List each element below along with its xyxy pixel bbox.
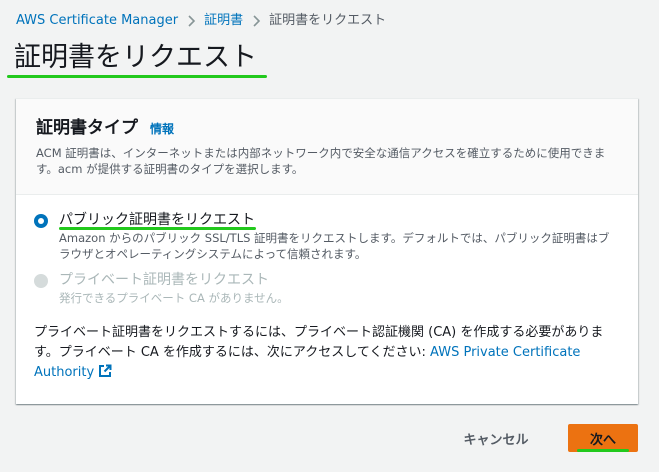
chevron-right-icon — [243, 11, 269, 31]
panel-title: 証明書タイプ — [36, 118, 138, 138]
external-link-icon[interactable] — [98, 364, 112, 385]
request-certificate-page: AWS Certificate Manager 証明書 証明書をリクエスト 証明… — [0, 0, 659, 472]
panel-title-row: 証明書タイプ 情報 — [36, 115, 174, 141]
radio-button-public[interactable] — [34, 214, 48, 228]
breadcrumb-item-certificates[interactable]: 証明書 — [204, 11, 243, 31]
radio-label-private: プライベート証明書をリクエスト — [59, 272, 269, 288]
radio-button-private — [34, 274, 48, 288]
radio-highlight-underline — [59, 227, 256, 230]
radio-text-private: プライベート証明書をリクエスト 発行できるプライベート CA がありません。 — [59, 270, 619, 306]
info-link[interactable]: 情報 — [150, 120, 174, 137]
cancel-button[interactable]: キャンセル — [446, 424, 546, 452]
breadcrumb: AWS Certificate Manager 証明書 証明書をリクエスト — [16, 11, 386, 31]
page-title: 証明書をリクエスト — [14, 42, 257, 73]
breadcrumb-item-current: 証明書をリクエスト — [269, 13, 387, 28]
radio-description-public: Amazon からのパブリック SSL/TLS 証明書をリクエストします。デフォ… — [59, 231, 610, 261]
next-button[interactable]: 次へ — [568, 424, 638, 452]
radio-text-public: パブリック証明書をリクエスト Amazon からのパブリック SSL/TLS 証… — [59, 210, 619, 262]
radio-option-private: プライベート証明書をリクエスト 発行できるプライベート CA がありません。 — [34, 270, 619, 306]
panel-description: ACM 証明書は、インターネットまたは内部ネットワーク内で安全な通信アクセスを確… — [36, 146, 606, 176]
chevron-right-icon — [178, 11, 204, 31]
private-ca-note: プライベート証明書をリクエストするには、プライベート認証機関 (CA) を作成す… — [34, 323, 624, 385]
panel-header: 証明書タイプ 情報 ACM 証明書は、インターネットまたは内部ネットワーク内で安… — [16, 99, 638, 195]
radio-option-public[interactable]: パブリック証明書をリクエスト Amazon からのパブリック SSL/TLS 証… — [34, 210, 619, 262]
title-highlight-underline — [7, 75, 267, 78]
certificate-type-panel: 証明書タイプ 情報 ACM 証明書は、インターネットまたは内部ネットワーク内で安… — [16, 98, 638, 404]
next-highlight-underline — [577, 449, 629, 452]
breadcrumb-item-acm[interactable]: AWS Certificate Manager — [16, 11, 178, 31]
radio-description-private: 発行できるプライベート CA がありません。 — [59, 291, 289, 305]
